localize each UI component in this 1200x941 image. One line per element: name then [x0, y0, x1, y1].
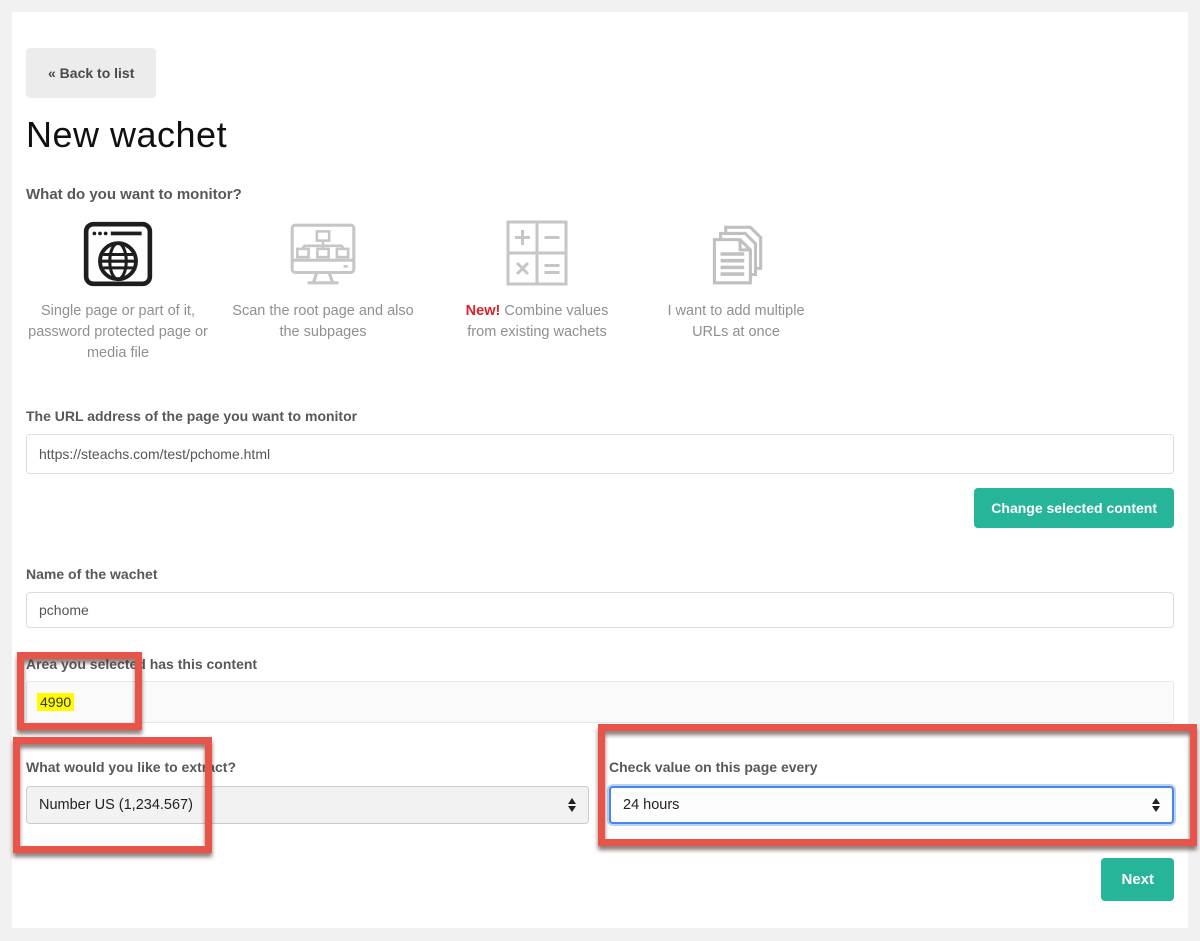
monitor-question-label: What do you want to monitor?: [26, 186, 1174, 203]
option-scan-root[interactable]: Scan the root page and also the subpages: [232, 215, 414, 364]
url-field-label: The URL address of the page you want to …: [26, 408, 1174, 424]
highlighted-content-value: 4990: [37, 693, 74, 711]
interval-field-label: Check value on this page every: [609, 759, 1174, 775]
page-title: New wachet: [26, 114, 1174, 156]
multiple-pages-icon: [660, 215, 812, 291]
select-spinner-icon: [1152, 798, 1160, 812]
monitor-sitemap-icon: [232, 215, 414, 291]
change-selected-content-button[interactable]: Change selected content: [974, 488, 1174, 528]
check-interval-value: 24 hours: [623, 797, 679, 813]
option-combine-values-label: New! Combine values from existing wachet…: [462, 301, 612, 343]
selected-content-box: 4990: [26, 681, 1174, 723]
option-single-page-label: Single page or part of it, password prot…: [26, 301, 210, 364]
option-multiple-urls[interactable]: I want to add multiple URLs at once: [660, 215, 812, 364]
content-field-label: Area you selected has this content: [26, 656, 1174, 672]
option-scan-root-label: Scan the root page and also the subpages: [232, 301, 414, 343]
content-card: « Back to list New wachet What do you wa…: [12, 12, 1188, 928]
option-single-page[interactable]: Single page or part of it, password prot…: [26, 215, 210, 364]
new-wachet-page: { "header": { "back_button": "« Back to …: [0, 0, 1200, 941]
extract-type-select[interactable]: Number US (1,234.567): [26, 786, 589, 824]
url-input[interactable]: [26, 434, 1174, 474]
browser-globe-icon: [26, 215, 210, 291]
monitor-options-row: Single page or part of it, password prot…: [26, 215, 1174, 364]
option-combine-values[interactable]: New! Combine values from existing wachet…: [462, 215, 612, 364]
select-spinner-icon: [568, 798, 576, 812]
extract-type-value: Number US (1,234.567): [39, 797, 193, 813]
extract-field-label: What would you like to extract?: [26, 759, 589, 775]
wachet-name-input[interactable]: [26, 592, 1174, 628]
name-field-label: Name of the wachet: [26, 566, 1174, 582]
combine-values-icon: [462, 215, 612, 291]
back-to-list-button[interactable]: « Back to list: [26, 48, 156, 98]
check-interval-select[interactable]: 24 hours: [609, 786, 1174, 824]
option-multiple-urls-label: I want to add multiple URLs at once: [660, 301, 812, 343]
new-badge: New!: [466, 303, 501, 319]
next-button[interactable]: Next: [1101, 858, 1174, 901]
